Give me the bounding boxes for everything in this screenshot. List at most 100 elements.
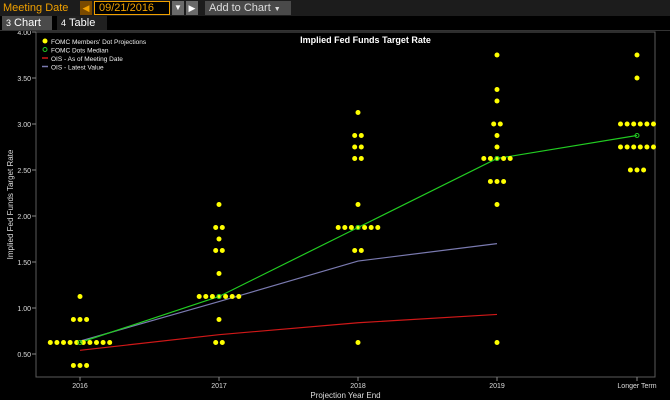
projection-dot (624, 144, 630, 150)
projection-dot (94, 340, 99, 345)
projection-dot (229, 294, 235, 299)
chart: 0.50 1.00 1.50 2.00 2.50 3.00 3.50 4.00 2016 2017… (6, 31, 657, 400)
projection-dot (216, 271, 222, 276)
projection-dot (362, 225, 368, 230)
projection-dot (627, 167, 633, 173)
projection-dot (618, 144, 623, 150)
projection-dot (487, 156, 493, 161)
legend-label: FOMC Members' Dot Projections (51, 39, 147, 46)
x-tick-label: 2019 (489, 383, 505, 390)
add-to-chart-label: Add to Chart (209, 2, 271, 14)
projection-dot (219, 225, 225, 230)
projection-dot (624, 121, 630, 127)
projection-dot (84, 317, 90, 322)
tab-number: 4 (61, 18, 67, 28)
prev-date-arrow-icon[interactable]: ◀ (80, 1, 92, 15)
projection-dot (355, 340, 361, 345)
projection-dot (651, 121, 656, 127)
x-tick-label: Longer Term (617, 383, 656, 390)
projection-dot (67, 340, 73, 345)
tab-table[interactable]: 4 Table (57, 16, 107, 30)
tab-number: 3 (6, 18, 12, 28)
tab-bar: 3 Chart 4 Table (0, 16, 670, 31)
projection-dot (54, 340, 60, 345)
projection-dot (213, 248, 219, 253)
projection-dot (631, 144, 637, 150)
projection-dot (358, 248, 364, 253)
plot-area (35, 31, 656, 378)
projection-dot (219, 248, 225, 253)
legend-label: FOMC Dots Median (51, 48, 109, 55)
projection-dot (196, 294, 202, 299)
x-tick-label: 2017 (211, 383, 227, 390)
meeting-date-field[interactable]: 09/21/2016 (94, 1, 170, 15)
projection-dot (507, 156, 513, 161)
y-tick-label: 3.00 (17, 122, 31, 129)
projection-dot (352, 133, 358, 138)
x-tick-label: 2016 (72, 383, 88, 390)
projection-dot (501, 179, 507, 184)
y-tick-label: 1.00 (17, 306, 31, 313)
projection-dot (358, 156, 364, 161)
add-to-chart-button[interactable]: Add to Chart ▼ (205, 1, 291, 15)
projection-dot (497, 121, 503, 127)
projection-dot (223, 294, 229, 299)
projection-dot (348, 225, 354, 230)
projection-dot (87, 340, 93, 345)
date-dropdown-icon[interactable]: ▼ (172, 1, 184, 15)
y-tick-label: 2.00 (17, 214, 31, 221)
projection-dot (637, 144, 643, 150)
projection-dot (77, 294, 83, 299)
projection-dot (100, 340, 106, 345)
projection-dot (491, 121, 497, 127)
y-tick-label: 1.50 (17, 260, 31, 267)
projection-dot (213, 225, 219, 230)
y-tick-label: 3.50 (17, 76, 31, 83)
projection-dot (618, 121, 623, 127)
projection-dot (342, 225, 348, 230)
projection-dot (494, 87, 500, 92)
projection-dot (70, 363, 76, 368)
projection-dot (637, 121, 643, 127)
projection-dot (352, 248, 358, 253)
projection-dot (501, 156, 507, 161)
projection-dot (634, 52, 640, 58)
projection-dot (631, 121, 637, 127)
projection-dot (70, 317, 76, 322)
projection-dot (77, 363, 83, 368)
projection-dot (84, 363, 90, 368)
projection-dot (358, 144, 364, 150)
legend-label: OIS - Latest Value (51, 65, 104, 72)
projection-dot (644, 121, 650, 127)
tab-label: Chart (14, 17, 41, 29)
projection-dot (375, 225, 381, 230)
x-tick-label: 2018 (350, 383, 366, 390)
projection-dot (209, 294, 215, 299)
y-tick-label: 2.50 (17, 168, 31, 175)
projection-dot (216, 236, 222, 242)
projection-dot (203, 294, 209, 299)
projection-dot (494, 52, 500, 58)
y-tick-label: 0.50 (17, 352, 31, 359)
legend-label: OIS - As of Meeting Date (51, 56, 123, 63)
projection-dot (213, 340, 219, 345)
projection-dot (216, 317, 222, 322)
projection-dot (641, 167, 647, 173)
projection-dot (644, 144, 650, 150)
legend-swatch (42, 38, 48, 44)
y-tick-label: 4.00 (17, 31, 31, 37)
projection-dot (352, 144, 358, 150)
tab-chart[interactable]: 3 Chart (2, 16, 52, 30)
projection-dot (481, 156, 487, 161)
chevron-down-icon: ▼ (273, 6, 281, 13)
projection-dot (634, 167, 640, 173)
projection-dot (77, 317, 83, 322)
projection-dot (355, 202, 361, 207)
projection-dot (368, 225, 374, 230)
projection-dot (487, 179, 493, 184)
projection-dot (355, 110, 361, 115)
projection-dot (494, 202, 500, 207)
projection-dot (494, 98, 500, 104)
next-date-arrow-icon[interactable]: ▶ (186, 1, 198, 15)
projection-dot (236, 294, 242, 299)
